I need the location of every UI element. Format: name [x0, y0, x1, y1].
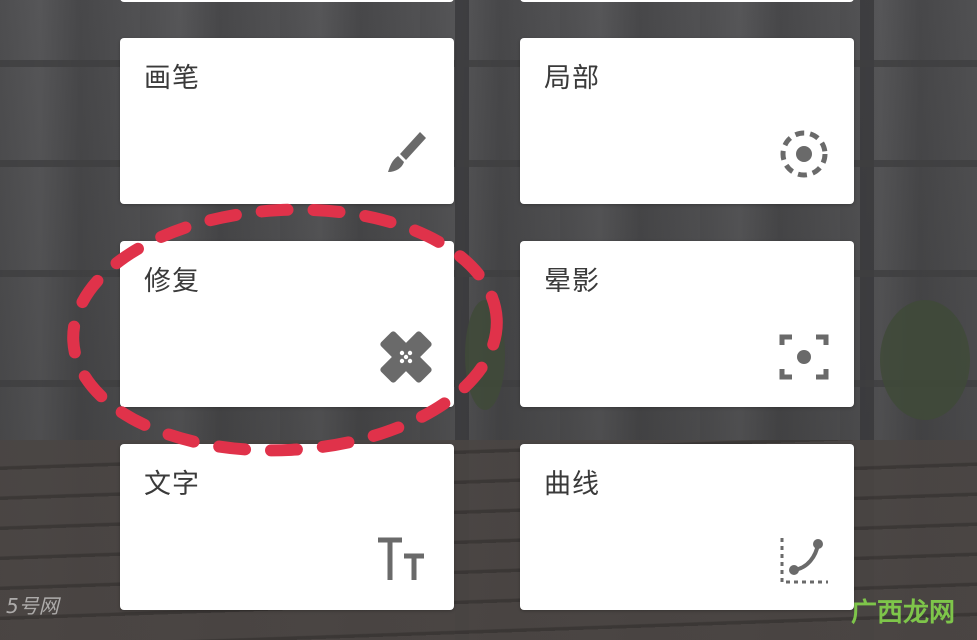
curves-icon	[772, 532, 832, 588]
tool-label: 文字	[144, 469, 200, 500]
background-plant	[465, 300, 505, 410]
tool-label: 局部	[544, 63, 600, 94]
tool-card-text[interactable]: 文字	[120, 444, 454, 610]
tool-label: 晕影	[544, 266, 600, 297]
bandage-icon	[372, 329, 432, 385]
watermark-left: 5号网	[6, 594, 59, 618]
tool-label: 画笔	[144, 63, 200, 94]
vignette-icon	[772, 329, 832, 385]
tool-card-brush[interactable]: 画笔	[120, 38, 454, 204]
previous-card-edge	[120, 0, 454, 2]
watermark-right: 广西龙网	[850, 598, 955, 628]
brush-icon	[372, 126, 432, 182]
tool-label: 曲线	[544, 469, 600, 500]
tool-card-selective[interactable]: 局部	[520, 38, 854, 204]
selective-icon	[772, 126, 832, 182]
text-icon	[372, 532, 432, 588]
background-plant	[880, 300, 970, 420]
tool-label: 修复	[144, 266, 200, 297]
tool-card-vignette[interactable]: 晕影	[520, 241, 854, 407]
tool-card-healing[interactable]: 修复	[120, 241, 454, 407]
tool-card-curves[interactable]: 曲线	[520, 444, 854, 610]
previous-card-edge	[520, 0, 854, 2]
